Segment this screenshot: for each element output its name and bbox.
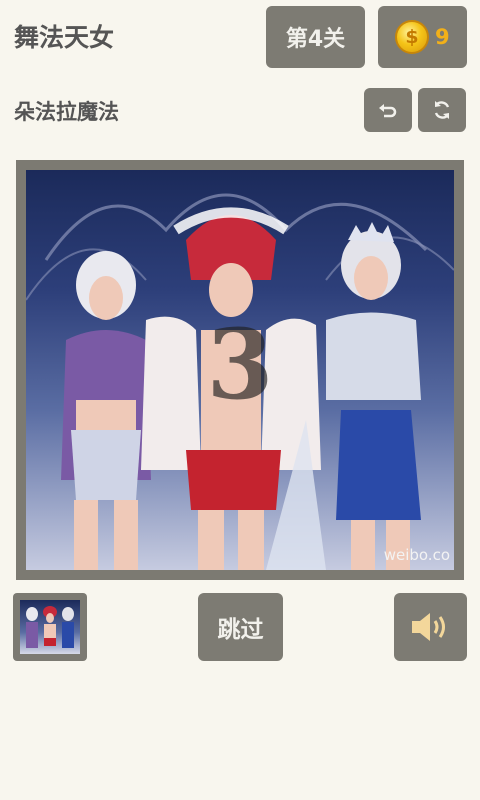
watermark-text: weibo.co (383, 546, 450, 564)
level-button[interactable]: 第4关 (266, 6, 365, 68)
undo-icon (379, 104, 397, 118)
undo-button[interactable] (364, 88, 412, 132)
puzzle-photo[interactable]: 3 weibo.co (26, 170, 454, 570)
skip-button[interactable]: 跳过 (198, 593, 283, 661)
speaker-icon (411, 613, 445, 641)
thumbnail-image (20, 600, 80, 654)
countdown-number: 3 (206, 307, 274, 421)
coin-count: 9 (435, 25, 450, 49)
puzzle-subtitle: 朵法拉魔法 (14, 100, 119, 124)
puzzle-image-frame: 3 weibo.co (16, 160, 464, 580)
coins-button[interactable]: $ 9 (378, 6, 467, 68)
sound-button[interactable] (394, 593, 467, 661)
refresh-icon (434, 101, 450, 119)
coin-icon: $ (395, 20, 429, 54)
refresh-button[interactable] (418, 88, 466, 132)
app-title: 舞法天女 (14, 23, 115, 52)
thumbnail-button[interactable] (13, 593, 87, 661)
